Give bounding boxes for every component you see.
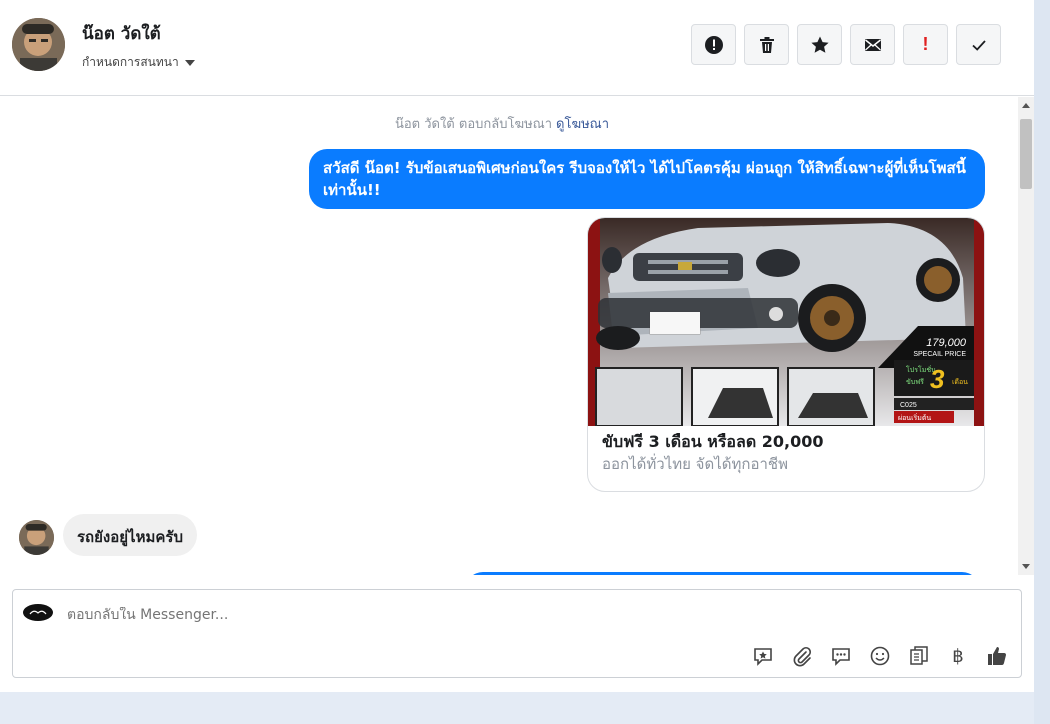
scrollbar-thumb[interactable] <box>1020 119 1032 189</box>
promo-number: 3 <box>930 364 945 394</box>
star-button[interactable] <box>797 24 842 65</box>
mark-spam-button[interactable]: ! <box>903 24 948 65</box>
header-actions: ! <box>691 24 1001 65</box>
alert-circle-icon <box>704 35 723 54</box>
assign-label: กำหนดการสนทนา <box>82 55 179 69</box>
ad-reply-text: น๊อต วัดใต้ ตอบกลับโฆษณา <box>394 117 553 132</box>
attachment-icon <box>793 646 812 667</box>
reply-composer: ฿ <box>12 589 1022 678</box>
catalog-icon <box>910 646 928 665</box>
view-ad-link[interactable]: ดูโฆษณา <box>556 117 609 132</box>
catalog-button[interactable] <box>907 644 931 668</box>
thumbs-up-icon <box>988 647 1006 665</box>
assign-conversation-dropdown[interactable]: กำหนดการสนทนา <box>82 53 195 72</box>
payment-button[interactable]: ฿ <box>946 644 970 668</box>
contact-avatar-small <box>19 520 54 555</box>
promo-install: ผ่อนเริ่มต้น <box>898 413 931 422</box>
ad-card-image: 179,000 SPECAIL PRICE โปรโมชั่น ขับฟรี 3… <box>588 218 984 426</box>
contact-name: น๊อต วัดใต้ <box>82 24 161 44</box>
checkmark-icon <box>971 39 986 51</box>
message-button[interactable] <box>829 644 853 668</box>
page-logo-icon <box>23 604 53 621</box>
delete-button[interactable] <box>744 24 789 65</box>
scroll-down-arrow-icon[interactable] <box>1022 564 1030 569</box>
contact-avatar[interactable] <box>12 18 65 71</box>
composer-tools: ฿ <box>751 644 1009 668</box>
saved-reply-icon <box>754 648 772 666</box>
ad-card-subtitle: ออกได้ทั่วไทย จัดได้ทุกอาชีพ <box>602 455 788 473</box>
thread-scrollbar[interactable] <box>1018 97 1034 575</box>
promo-price: 179,000 <box>926 337 967 349</box>
reply-input[interactable] <box>67 607 767 623</box>
incoming-message-bubble[interactable]: รถยังอยู่ไหมครับ <box>63 514 197 556</box>
page-background <box>0 692 1034 724</box>
envelope-icon <box>864 38 881 51</box>
baht-icon: ฿ <box>952 645 964 667</box>
conversation-panel: น๊อต วัดใต้ กำหนดการสนทนา ! น๊อต วัดใต้ … <box>0 0 1034 692</box>
conversation-header: น๊อต วัดใต้ กำหนดการสนทนา ! <box>0 0 1034 96</box>
message-thread[interactable]: น๊อต วัดใต้ ตอบกลับโฆษณา ดูโฆษณา สวัสดี น… <box>0 97 1018 575</box>
ad-reply-note: น๊อต วัดใต้ ตอบกลับโฆษณา ดูโฆษณา <box>0 113 1004 134</box>
ad-card[interactable]: 179,000 SPECAIL PRICE โปรโมชั่น ขับฟรี 3… <box>587 217 985 492</box>
report-button[interactable] <box>691 24 736 65</box>
emoji-button[interactable] <box>868 644 892 668</box>
emoji-icon <box>870 646 890 666</box>
promo-code: C025 <box>900 402 917 409</box>
star-icon <box>810 36 829 53</box>
outgoing-message-bubble-partial[interactable] <box>465 572 980 575</box>
attach-button[interactable] <box>790 644 814 668</box>
outgoing-message-bubble[interactable]: สวัสดี น๊อต! รับข้อเสนอพิเศษก่อนใคร รีบจ… <box>309 149 985 209</box>
chat-bubble-icon <box>832 648 850 666</box>
like-button[interactable] <box>985 644 1009 668</box>
promo-special: SPECAIL PRICE <box>913 351 966 358</box>
window-edge <box>1034 0 1050 724</box>
promo-free: ขับฟรี <box>906 378 924 386</box>
promo-month: เดือน <box>952 378 968 386</box>
caret-down-icon <box>184 59 195 66</box>
saved-reply-button[interactable] <box>751 644 775 668</box>
exclamation-icon: ! <box>922 34 929 54</box>
mark-done-button[interactable] <box>956 24 1001 65</box>
mark-unread-button[interactable] <box>850 24 895 65</box>
trash-icon <box>759 36 774 53</box>
scroll-up-arrow-icon[interactable] <box>1022 103 1030 108</box>
